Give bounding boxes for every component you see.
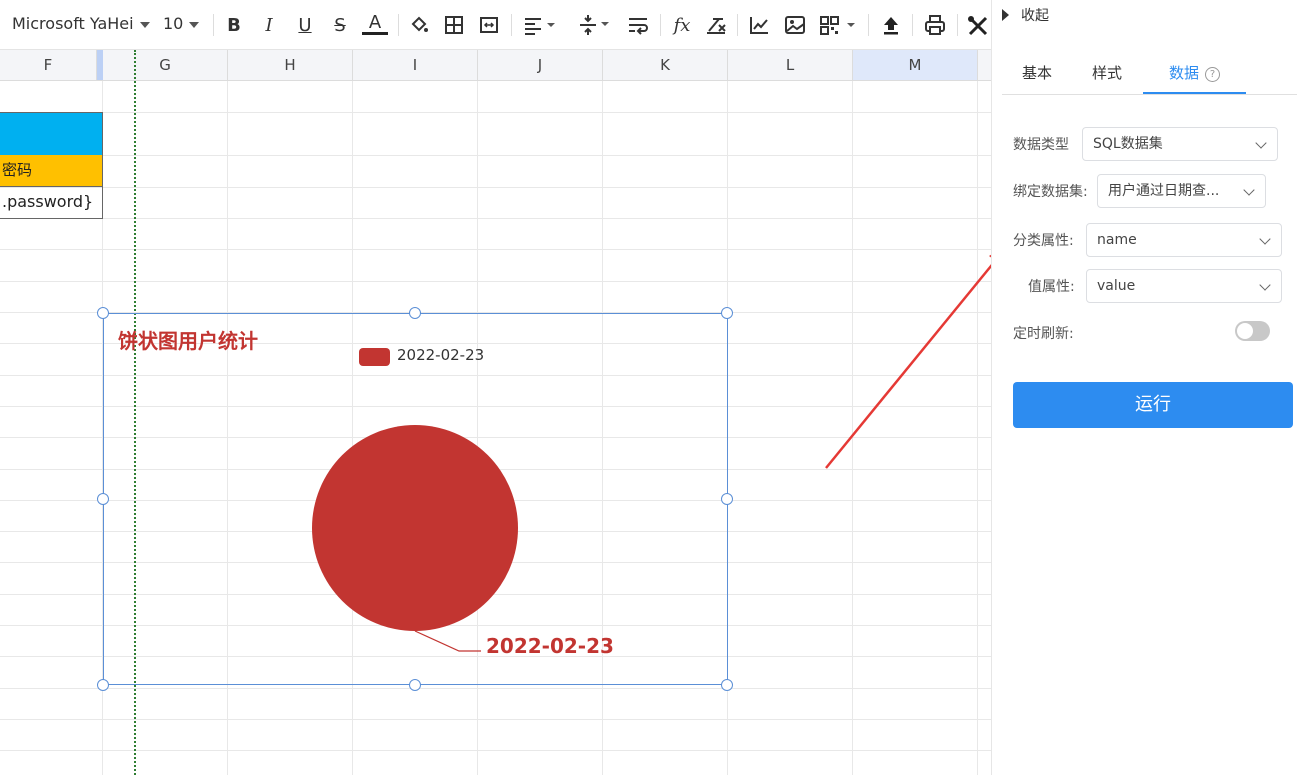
run-button[interactable]: 运行	[1013, 382, 1293, 428]
pie-slice[interactable]	[312, 425, 518, 631]
tab-label: 数据	[1168, 64, 1199, 82]
select-value: name	[1097, 232, 1137, 248]
select-value: SQL数据集	[1093, 136, 1163, 152]
select-value: 用户通过日期查...	[1108, 183, 1220, 199]
category-select[interactable]: name	[1086, 223, 1282, 257]
chevron-down-icon	[1259, 233, 1271, 245]
collapse-label: 收起	[1021, 8, 1049, 24]
data-type-label: 数据类型	[1013, 137, 1069, 153]
refresh-toggle[interactable]	[1235, 321, 1270, 341]
label-leader-line	[414, 630, 481, 652]
caret-right-icon	[1002, 9, 1009, 21]
panel-tabs: 基本 样式 数据?	[1002, 62, 1297, 95]
dataset-select[interactable]: 用户通过日期查...	[1097, 174, 1266, 208]
chevron-down-icon	[1259, 279, 1271, 291]
dataset-label: 绑定数据集:	[1013, 184, 1088, 200]
tab-basic[interactable]: 基本	[1002, 62, 1072, 94]
value-label: 值属性:	[1028, 279, 1075, 295]
annotation-arrow	[825, 244, 1008, 469]
tab-label: 基本	[1021, 64, 1052, 82]
collapse-toggle[interactable]: 收起	[1002, 5, 1049, 25]
help-icon[interactable]: ?	[1205, 67, 1220, 82]
tab-style[interactable]: 样式	[1072, 62, 1142, 94]
refresh-label: 定时刷新:	[1013, 326, 1074, 342]
tab-label: 样式	[1091, 64, 1122, 82]
data-type-select[interactable]: SQL数据集	[1082, 127, 1278, 161]
tab-data[interactable]: 数据?	[1143, 62, 1246, 94]
toggle-knob	[1237, 323, 1253, 339]
slice-label: 2022-02-23	[486, 634, 614, 658]
chevron-down-icon	[1255, 137, 1267, 149]
select-value: value	[1097, 278, 1136, 294]
chevron-down-icon	[1243, 184, 1255, 196]
category-label: 分类属性:	[1013, 233, 1074, 249]
value-select[interactable]: value	[1086, 269, 1282, 303]
pie-layer	[312, 425, 518, 652]
